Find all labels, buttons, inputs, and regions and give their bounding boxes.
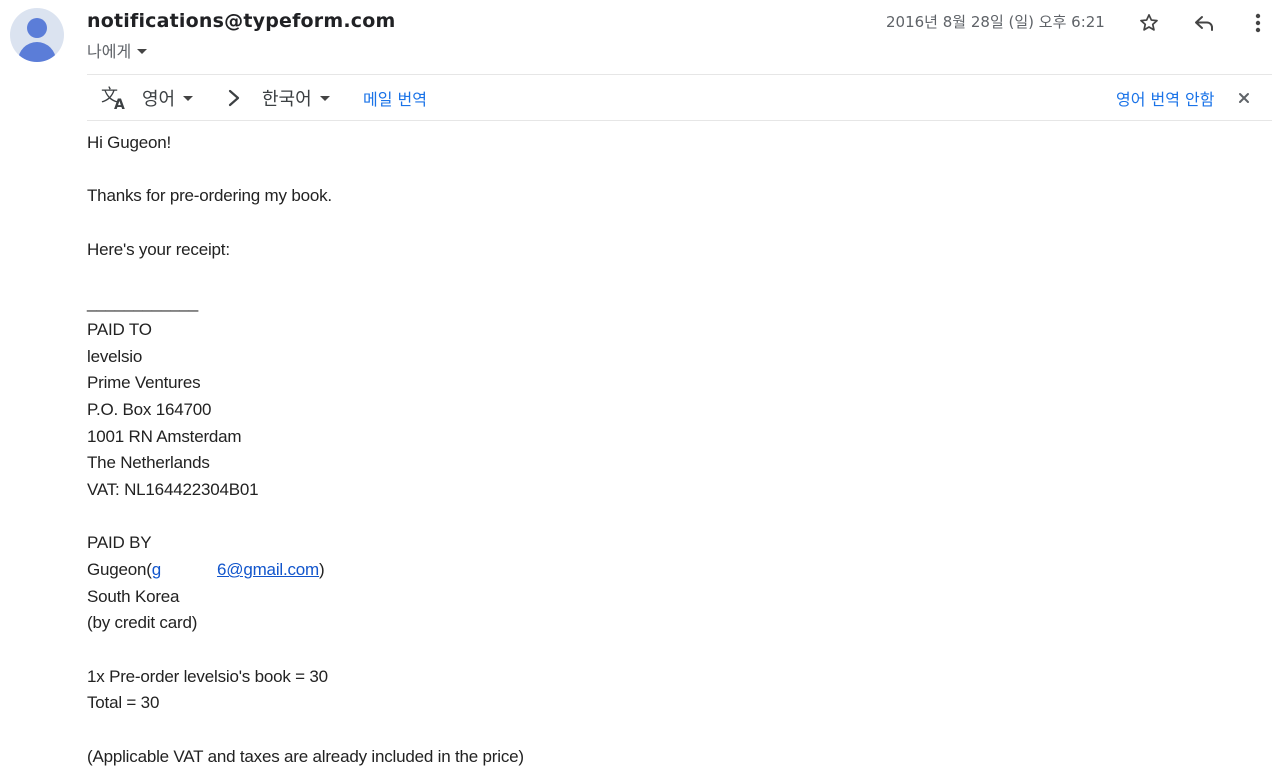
chevron-down-icon (319, 96, 330, 101)
paid-to-line: 1001 RN Amsterdam (87, 426, 242, 446)
source-language-label: 영어 (142, 88, 176, 110)
paid-by-heading: PAID BY (87, 533, 152, 553)
star-icon[interactable] (1136, 10, 1162, 36)
separator-line: ____________ (87, 293, 199, 313)
more-vert-icon[interactable] (1245, 10, 1271, 36)
translate-message-link[interactable]: 메일 번역 (363, 75, 427, 120)
source-language-select[interactable]: 영어 (142, 75, 194, 120)
message-body: Hi Gugeon! Thanks for pre-ordering my bo… (87, 130, 524, 771)
thanks-line: Thanks for pre-ordering my book. (87, 186, 332, 206)
chevron-right-icon (227, 75, 241, 120)
avatar-body-shape (18, 42, 56, 62)
sender-address[interactable]: notifications@typeform.com (87, 10, 396, 32)
translate-bar: 文 A 영어 한국어 메일 번역 영어 번역 안함 (87, 74, 1272, 121)
target-language-label: 한국어 (262, 88, 312, 110)
paid-by-name-line: Gugeon(g 6@gmail.com) (87, 557, 524, 584)
paid-by-name-suffix: ) (319, 560, 325, 579)
avatar-head-shape (27, 18, 47, 38)
email-link-start[interactable]: g (152, 560, 161, 579)
sender-avatar[interactable] (10, 8, 64, 62)
paid-to-line: Prime Ventures (87, 373, 201, 393)
never-translate-link[interactable]: 영어 번역 안함 (1116, 75, 1215, 120)
email-date: 2016년 8월 28일 (일) 오후 6:21 (886, 13, 1105, 31)
target-language-select[interactable]: 한국어 (262, 75, 330, 120)
chevron-down-icon (183, 96, 194, 101)
total-line: Total = 30 (87, 693, 160, 713)
receipt-intro: Here's your receipt: (87, 239, 230, 259)
paid-by-name-prefix: Gugeon( (87, 560, 152, 579)
chevron-down-icon (137, 48, 148, 54)
paid-to-line: The Netherlands (87, 453, 210, 473)
translate-icon: 文 A (101, 75, 129, 120)
close-icon[interactable] (1237, 75, 1251, 120)
svg-text:A: A (114, 97, 125, 111)
paid-to-line: P.O. Box 164700 (87, 399, 212, 419)
email-link-end[interactable]: 6@gmail.com (217, 560, 319, 579)
paid-to-line: VAT: NL164422304B01 (87, 479, 259, 499)
vat-note: (Applicable VAT and taxes are already in… (87, 746, 524, 766)
paid-to-line: levelsio (87, 346, 143, 366)
paid-to-heading: PAID TO (87, 319, 152, 339)
email-view: notifications@typeform.com 나에게 2016년 8월 … (0, 0, 1280, 783)
recipient-toggle[interactable]: 나에게 (87, 38, 148, 62)
greeting: Hi Gugeon! (87, 133, 171, 152)
paid-by-line: South Korea (87, 586, 180, 606)
reply-icon[interactable] (1191, 10, 1217, 36)
paid-by-line: (by credit card) (87, 613, 198, 633)
order-line: 1x Pre-order levelsio's book = 30 (87, 666, 328, 686)
recipient-label: 나에게 (87, 42, 132, 61)
